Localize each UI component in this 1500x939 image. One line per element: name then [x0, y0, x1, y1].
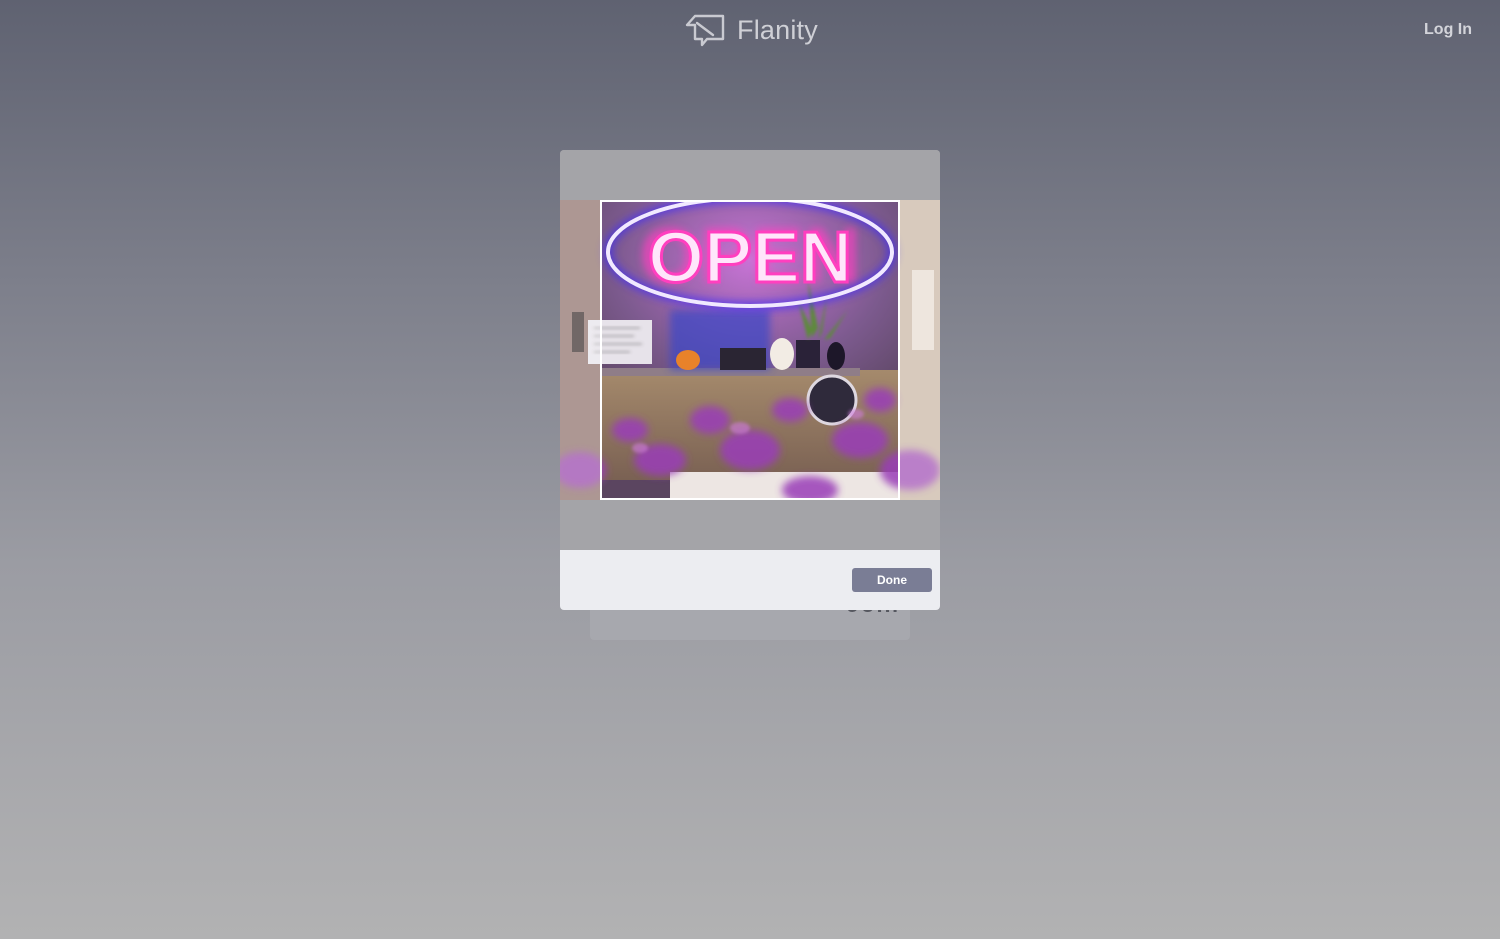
crop-area: OPEN OPEN — [560, 150, 940, 550]
crop-selection-frame[interactable] — [600, 200, 900, 500]
brand-name: Flanity — [737, 14, 818, 45]
crop-mask-right — [900, 200, 940, 500]
crop-mask-left — [560, 200, 600, 500]
crop-dialog-footer: Done — [560, 550, 940, 610]
login-link[interactable]: Log In — [1424, 21, 1472, 39]
brand-logo[interactable]: Flanity — [683, 13, 818, 47]
done-button[interactable]: Done — [852, 568, 932, 592]
top-bar: Flanity Log In — [0, 0, 1500, 62]
crop-dialog: OPEN OPEN Done — [560, 150, 940, 610]
flanity-logo-icon — [685, 14, 725, 47]
